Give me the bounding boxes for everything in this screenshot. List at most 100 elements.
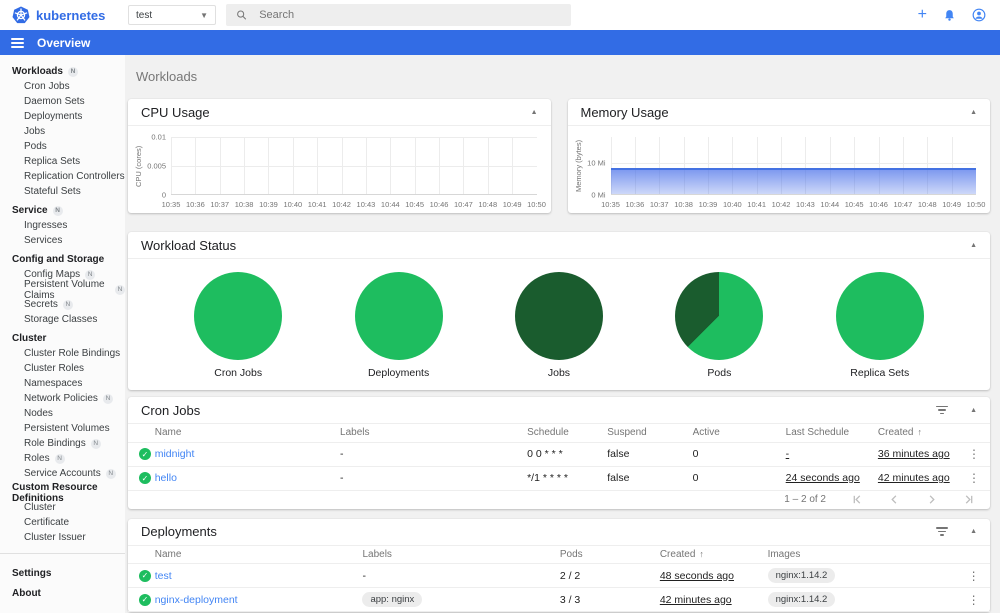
sidebar-group-header-custom-resource-definitions[interactable]: Custom Resource Definitions xyxy=(0,482,125,504)
create-resource-button[interactable]: + xyxy=(918,7,927,23)
menu-hamburger-icon[interactable] xyxy=(11,36,24,50)
sidebar-item-service-accounts[interactable]: Service Accounts N xyxy=(0,466,125,481)
sidebar-item-pods[interactable]: Pods xyxy=(0,139,125,154)
sidebar-item-cluster-issuer[interactable]: Cluster Issuer xyxy=(0,530,125,545)
last-page-icon[interactable] xyxy=(963,494,974,505)
sidebar-item-deployments[interactable]: Deployments xyxy=(0,109,125,124)
sidebar-item-ingresses[interactable]: Ingresses xyxy=(0,218,125,233)
column-header-suspend[interactable]: Suspend xyxy=(607,424,693,443)
kubernetes-logo[interactable]: kubernetes xyxy=(0,6,128,24)
y-tick-label: 10 Mi xyxy=(587,158,606,168)
sidebar-item-stateful-sets[interactable]: Stateful Sets xyxy=(0,184,125,199)
sidebar-item-label: Roles xyxy=(24,453,50,464)
column-header-name[interactable]: Name xyxy=(154,424,341,443)
status-ok-icon: ✓ xyxy=(139,448,151,460)
table-cell: false xyxy=(607,466,693,491)
notifications-bell-icon[interactable] xyxy=(943,9,956,22)
sidebar-item-services[interactable]: Services xyxy=(0,233,125,248)
x-tick-label: 10:38 xyxy=(234,200,254,209)
collapse-caret-icon[interactable]: ▲ xyxy=(970,528,977,535)
kebab-menu-icon[interactable]: ⋮ xyxy=(968,471,980,485)
previous-page-icon[interactable] xyxy=(889,494,900,505)
sidebar-item-persistent-volumes[interactable]: Persistent Volumes xyxy=(0,421,125,436)
next-page-icon[interactable] xyxy=(926,494,937,505)
sidebar-item-cluster-role-bindings[interactable]: Cluster Role Bindings xyxy=(0,346,125,361)
sidebar-group-header-service[interactable]: Service N xyxy=(0,203,125,218)
column-header-last-schedule[interactable]: Last Schedule xyxy=(785,424,878,443)
v-gridline xyxy=(219,137,221,194)
sidebar-item-persistent-volume-claims[interactable]: Persistent Volume Claims N xyxy=(0,279,125,301)
schedule-value: */1 * * * * xyxy=(527,472,568,484)
column-header-active[interactable]: Active xyxy=(692,424,786,443)
filter-icon[interactable] xyxy=(936,525,949,538)
collapse-caret-icon[interactable]: ▲ xyxy=(970,109,977,116)
deployments-table: Name Labels Pods Created ↑ Images ✓ test -2 / 2… xyxy=(128,545,990,612)
column-header-schedule[interactable]: Schedule xyxy=(527,424,608,443)
sidebar-item-daemon-sets[interactable]: Daemon Sets xyxy=(0,94,125,109)
sidebar-item-role-bindings[interactable]: Role Bindings N xyxy=(0,436,125,451)
column-header-label: Labels xyxy=(340,427,370,439)
sidebar-group-header-cluster[interactable]: Cluster xyxy=(0,331,125,346)
collapse-caret-icon[interactable]: ▲ xyxy=(531,109,538,116)
sidebar-item-storage-classes[interactable]: Storage Classes xyxy=(0,312,125,327)
first-page-icon[interactable] xyxy=(852,494,863,505)
top-app-bar: kubernetes test ▼ + xyxy=(0,0,1000,30)
sidebar-item-network-policies[interactable]: Network Policies N xyxy=(0,391,125,406)
sidebar-item-jobs[interactable]: Jobs xyxy=(0,124,125,139)
table-cell: 3 / 3 xyxy=(559,587,660,612)
sidebar-item-label: Persistent Volumes xyxy=(24,423,110,434)
sidebar-item-replication-controllers[interactable]: Replication Controllers xyxy=(0,169,125,184)
namespace-selector[interactable]: test ▼ xyxy=(128,5,216,25)
sidebar-item-nodes[interactable]: Nodes xyxy=(0,406,125,421)
kebab-menu-icon[interactable]: ⋮ xyxy=(968,593,980,607)
deployment-name-link[interactable]: nginx-deployment xyxy=(155,594,238,606)
sidebar-item-label: Cluster Role Bindings xyxy=(24,348,121,359)
account-icon[interactable] xyxy=(972,8,986,22)
table-cell: - xyxy=(340,466,528,491)
column-header-labels[interactable]: Labels xyxy=(362,545,560,564)
sidebar-item-certificate[interactable]: Certificate xyxy=(0,515,125,530)
deployment-name-link[interactable]: test xyxy=(155,570,172,582)
column-header-name[interactable]: Name xyxy=(154,545,363,564)
sidebar-item-replica-sets[interactable]: Replica Sets xyxy=(0,154,125,169)
kebab-menu-icon[interactable]: ⋮ xyxy=(968,447,980,461)
column-header-created[interactable]: Created ↑ xyxy=(659,545,768,564)
namespaced-badge: N xyxy=(54,453,65,464)
collapse-caret-icon[interactable]: ▲ xyxy=(970,242,977,249)
filter-icon[interactable] xyxy=(936,404,949,417)
cronjob-name-link[interactable]: midnight xyxy=(155,448,195,460)
column-header-labels[interactable]: Labels xyxy=(340,424,528,443)
v-gridline xyxy=(463,137,465,194)
column-header-label: Created xyxy=(659,548,696,560)
status-ok-icon: ✓ xyxy=(139,569,151,582)
namespaced-badge: N xyxy=(105,468,116,479)
sidebar-item-roles[interactable]: Roles N xyxy=(0,451,125,466)
sidebar-group: Custom Resource Definitions Cluster Certif… xyxy=(0,482,125,545)
x-tick-label: 10:37 xyxy=(210,200,230,209)
column-header-images[interactable]: Images xyxy=(767,545,958,564)
search-bar[interactable] xyxy=(226,4,571,26)
sidebar-group-header-config-and-storage[interactable]: Config and Storage xyxy=(0,252,125,267)
logo-text: kubernetes xyxy=(36,7,106,23)
v-gridline xyxy=(292,137,294,194)
cronjob-name-link[interactable]: hello xyxy=(155,472,177,484)
sidebar-item-namespaces[interactable]: Namespaces xyxy=(0,376,125,391)
sidebar-item-cluster-roles[interactable]: Cluster Roles xyxy=(0,361,125,376)
table-cell: nginx:1.14.2 xyxy=(767,563,958,588)
sidebar-item-cron-jobs[interactable]: Cron Jobs xyxy=(0,79,125,94)
search-input[interactable] xyxy=(257,8,561,22)
table-row: ✓ hello - */1 * * * * false 0 24 seconds ago 42… xyxy=(128,466,990,491)
sidebar-item-settings[interactable]: Settings xyxy=(0,563,125,583)
column-header-actions xyxy=(957,545,990,564)
y-tick-label: 0.01 xyxy=(151,132,166,142)
sidebar-group-header-workloads[interactable]: Workloads N xyxy=(0,64,125,79)
column-header-pods[interactable]: Pods xyxy=(559,545,660,564)
sidebar-item-about[interactable]: About xyxy=(0,583,125,603)
table-cell: test xyxy=(154,563,363,588)
collapse-caret-icon[interactable]: ▲ xyxy=(970,407,977,414)
column-header-created[interactable]: Created ↑ xyxy=(877,424,959,443)
x-tick-label: 10:49 xyxy=(942,200,962,209)
sidebar-group: Workloads N Cron Jobs Daemon Sets Deployment… xyxy=(0,64,125,199)
x-tick-label: 10:47 xyxy=(454,200,473,209)
kebab-menu-icon[interactable]: ⋮ xyxy=(968,569,980,583)
